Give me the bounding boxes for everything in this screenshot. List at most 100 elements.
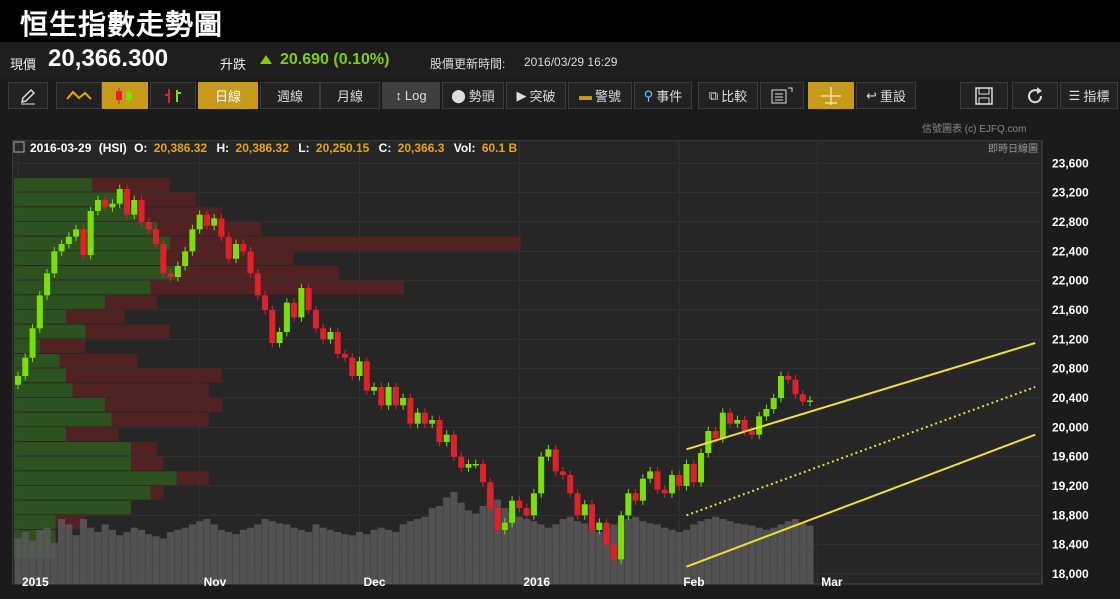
x-tick-label: Nov <box>204 575 227 589</box>
ohlc-button[interactable] <box>150 82 196 109</box>
price-chart[interactable]: 18,000 18,400 18,800 19,200 19,600 20,000 20,4… <box>11 139 1120 594</box>
volume-bar <box>443 497 451 584</box>
event-button[interactable]: ⚲ 事件 <box>634 82 692 109</box>
candle-body <box>574 493 581 516</box>
trend-head-button[interactable]: ⬤ 勢頭 <box>442 82 504 109</box>
candle-body <box>414 412 421 424</box>
vbp-down-bar <box>92 178 170 192</box>
candle-body <box>763 409 770 417</box>
compare-icon: ⧉ <box>708 87 719 103</box>
candle-body <box>203 214 210 226</box>
candle-body <box>407 398 414 424</box>
volume-bar <box>130 527 138 584</box>
draw-button[interactable] <box>8 82 48 109</box>
monthly-button[interactable]: 月線 <box>320 82 380 109</box>
candle-body <box>262 295 269 310</box>
breakout-label: 突破 <box>529 89 556 104</box>
candle-body <box>385 387 392 406</box>
compare-button[interactable]: ⧉ 比較 <box>698 82 758 109</box>
list-icon: ☰ <box>1068 87 1081 103</box>
volume-bar <box>726 521 734 584</box>
daily-button[interactable]: 日線 <box>198 82 258 109</box>
undo-icon: ↩ <box>866 87 877 103</box>
chart-mode: 即時日線圖 <box>988 142 1038 155</box>
vbp-up-bar <box>14 324 86 339</box>
volume-bar <box>784 521 792 584</box>
vbp-up-bar <box>14 515 56 529</box>
candle-body <box>668 475 675 494</box>
alert-button[interactable]: ▬ 警號 <box>568 82 632 109</box>
svg-text:2016-03-29 (HSI): 2016-03-29 (HSI) O: 20,386.32 H: 20,386.… <box>30 141 518 155</box>
volume-bar <box>704 519 712 584</box>
candle-body <box>80 229 87 255</box>
event-label: 事件 <box>656 89 683 104</box>
indicator-label: 指標 <box>1083 89 1110 104</box>
ohlc-bar-icon <box>165 88 181 103</box>
candle-body <box>770 398 777 409</box>
save-button[interactable] <box>960 82 1008 109</box>
candle-body <box>523 508 530 516</box>
update-label: 股價更新時間: <box>430 57 506 71</box>
candle-body <box>225 236 232 259</box>
chart-window-button[interactable] <box>760 82 804 109</box>
up-arrow-icon <box>260 55 272 64</box>
volume-bar <box>167 532 175 584</box>
volume-bar <box>297 529 305 584</box>
vbp-up-bar <box>14 178 92 192</box>
y-tick-label: 19,200 <box>1052 479 1089 493</box>
reset-label: 重設 <box>879 89 906 104</box>
candlestick-button[interactable] <box>102 82 148 109</box>
log-button[interactable]: ↕ Log <box>382 82 440 109</box>
volume-bar <box>566 516 574 584</box>
volume-bar <box>414 519 422 584</box>
crosshair-button[interactable] <box>808 82 854 109</box>
candle-body <box>167 273 174 277</box>
volume-bar <box>268 521 276 584</box>
volume-bar <box>392 532 400 584</box>
candle-body <box>312 310 319 329</box>
trend-head-label: 勢頭 <box>468 89 495 104</box>
y-tick-label: 20,400 <box>1052 391 1089 405</box>
indicator-button[interactable]: ☰ 指標 <box>1060 82 1118 109</box>
breakout-button[interactable]: ▶ 突破 <box>506 82 566 109</box>
info-c-label: C: <box>379 141 392 155</box>
volume-bar <box>188 524 196 584</box>
chart-container[interactable]: 18,000 18,400 18,800 19,200 19,600 20,000 20,4… <box>11 139 1120 594</box>
vbp-down-bar <box>40 339 86 353</box>
candle-body <box>51 251 58 274</box>
vbp-down-bar <box>150 280 404 295</box>
refresh-icon <box>1028 86 1043 103</box>
candle-body <box>378 387 385 406</box>
reset-button[interactable]: ↩ 重設 <box>856 82 916 109</box>
volume-bar <box>675 532 683 584</box>
candle-body <box>36 295 43 329</box>
volume-bar <box>319 527 327 584</box>
candle-body <box>371 387 378 391</box>
weekly-button[interactable]: 週線 <box>260 82 320 109</box>
vbp-down-bar <box>66 427 118 441</box>
volume-bar <box>639 521 647 584</box>
candle-body <box>567 475 574 494</box>
pencil-icon <box>20 88 36 104</box>
volume-bar <box>770 527 778 584</box>
current-price: 20,366.300 <box>48 45 169 72</box>
candle-body <box>538 456 545 494</box>
vbp-down-bar <box>170 236 521 251</box>
candle-body <box>196 214 203 230</box>
y-tick-label: 19,600 <box>1052 450 1089 464</box>
candle-body <box>647 471 654 479</box>
candle-body <box>160 244 167 274</box>
candle-body <box>741 420 748 431</box>
y-tick-label: 18,400 <box>1052 538 1089 552</box>
candle-body <box>334 332 341 354</box>
line-chart-button[interactable] <box>56 82 102 109</box>
vbp-up-bar <box>14 398 105 412</box>
refresh-button[interactable] <box>1012 82 1058 109</box>
candle-body <box>22 357 29 376</box>
candle-body <box>792 379 799 395</box>
candle-body <box>291 302 298 318</box>
title-bar: 恒生指數走勢圖 <box>0 0 1120 42</box>
candle-body <box>436 420 443 442</box>
volume-bar <box>50 542 58 584</box>
candle-body <box>15 376 21 385</box>
